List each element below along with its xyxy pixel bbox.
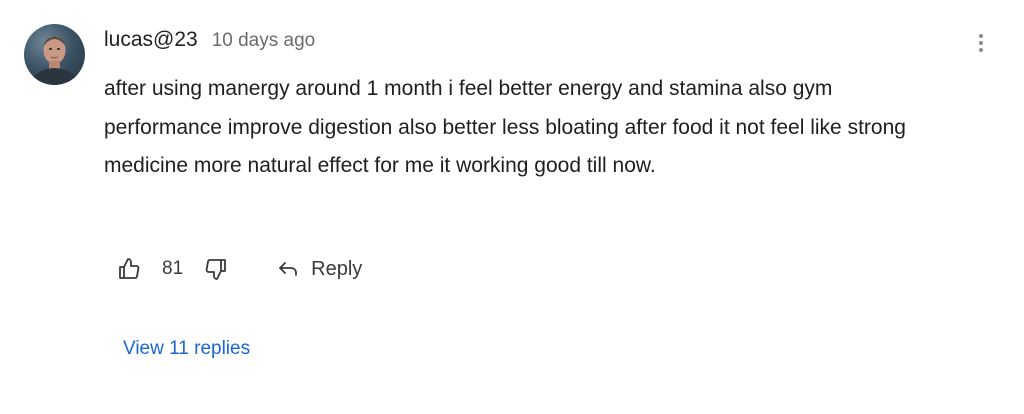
timestamp: 10 days ago [211, 30, 316, 51]
reply-arrow-icon [279, 262, 298, 276]
reply-button[interactable]: Reply [277, 258, 362, 281]
avatar[interactable] [24, 24, 85, 85]
comment-card: lucas@23 10 days ago after using manergy… [0, 0, 1024, 414]
username[interactable]: lucas@23 [104, 28, 198, 52]
more-vertical-icon [979, 34, 983, 52]
reply-label: Reply [311, 257, 363, 280]
comment-header: lucas@23 10 days ago [104, 28, 315, 52]
comment-actions: 81 Reply [116, 254, 362, 284]
thumbs-up-icon [119, 258, 140, 279]
thumbs-down-icon [205, 259, 227, 280]
avatar-image [30, 36, 79, 85]
dislike-button[interactable] [203, 256, 229, 282]
view-replies-link[interactable]: View 11 replies [123, 338, 250, 360]
like-button[interactable] [116, 256, 142, 282]
more-options-button[interactable] [968, 30, 994, 56]
like-count: 81 [162, 258, 184, 279]
comment-text: after using manergy around 1 month i fee… [104, 77, 906, 177]
